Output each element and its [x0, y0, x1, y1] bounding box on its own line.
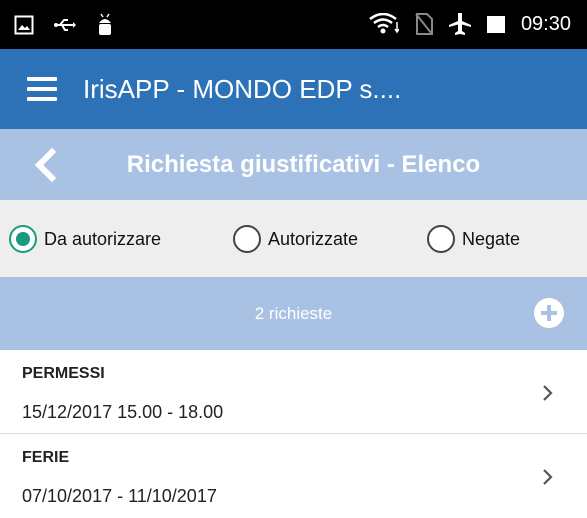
status-filter: Da autorizzare Autorizzate Negate	[0, 200, 587, 277]
list-item[interactable]: PERMESSI 15/12/2017 15.00 - 18.00	[0, 350, 587, 434]
request-type: FERIE	[22, 449, 70, 466]
gallery-icon	[14, 15, 34, 35]
list-item[interactable]: FERIE 07/10/2017 - 11/10/2017	[0, 434, 587, 518]
chevron-right-icon	[543, 385, 553, 401]
android-debug-icon	[99, 13, 111, 35]
add-request-icon[interactable]	[534, 298, 564, 328]
filter-autorizzate[interactable]: Autorizzate	[233, 225, 358, 253]
filter-label: Negate	[462, 229, 521, 249]
sub-header: Richiesta giustificativi - Elenco	[0, 129, 587, 200]
app-bar: IrisAPP - MONDO EDP s....	[0, 49, 587, 129]
menu-icon[interactable]	[27, 77, 57, 101]
page-title: Richiesta giustificativi - Elenco	[126, 151, 481, 178]
battery-icon	[486, 16, 505, 33]
radio-unselected-icon	[427, 225, 455, 253]
filter-da-autorizzare[interactable]: Da autorizzare	[9, 225, 161, 253]
airplane-icon	[448, 13, 471, 35]
request-dates: 07/10/2017 - 11/10/2017	[22, 486, 217, 506]
clock: 09:30	[520, 13, 571, 35]
request-count: 2 richieste	[254, 304, 333, 323]
request-dates: 15/12/2017 15.00 - 18.00	[22, 402, 224, 422]
wifi-icon	[369, 13, 399, 34]
usb-icon	[54, 19, 76, 31]
radio-selected-icon	[9, 225, 37, 253]
no-sim-icon	[415, 13, 433, 35]
filter-negate[interactable]: Negate	[427, 225, 520, 253]
filter-label: Autorizzate	[268, 229, 359, 249]
request-type: PERMESSI	[22, 365, 105, 382]
filter-label: Da autorizzare	[44, 229, 162, 249]
request-count-bar: 2 richieste	[0, 277, 587, 350]
radio-unselected-icon	[233, 225, 261, 253]
app-title: IrisAPP - MONDO EDP s....	[83, 74, 402, 104]
status-bar: 09:30	[0, 0, 587, 49]
chevron-right-icon	[543, 469, 553, 485]
